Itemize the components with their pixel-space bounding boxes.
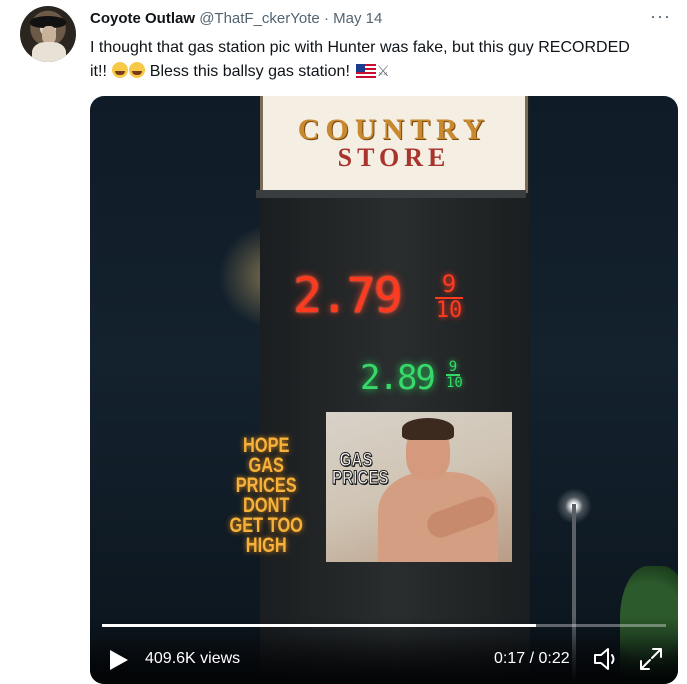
led-message: HOPE GAS PRICES DONT GET TOO HIGH xyxy=(229,434,303,557)
fraction-denominator-small: 10 xyxy=(446,375,463,391)
fraction-numerator-small: 9 xyxy=(448,359,458,375)
header-separator: · xyxy=(323,10,329,27)
video-player[interactable]: COUNTRY STORE 2.79 9 10 2.89 9 10 HOPE G… xyxy=(90,96,678,684)
laughing-crying-emoji-icon-2 xyxy=(129,62,146,78)
photo-person-hair xyxy=(402,418,454,440)
tweet-header: Coyote Outlaw @ThatF_ckerYote · May 14 xyxy=(90,10,382,27)
gas-price-regular-fraction: 9 10 xyxy=(435,272,463,322)
crossed-swords-emoji-icon: ⚔ xyxy=(376,63,390,80)
tweet-date[interactable]: May 14 xyxy=(333,10,382,27)
video-progress-bar[interactable] xyxy=(102,624,666,627)
gas-price-regular: 2.79 xyxy=(293,268,403,324)
author-avatar[interactable] xyxy=(20,6,76,62)
tweet-text-part2: Bless this ballsy gas station! xyxy=(149,63,350,80)
tweet-text: I thought that gas station pic with Hunt… xyxy=(90,36,650,84)
fraction-denominator: 10 xyxy=(435,298,463,323)
volume-icon[interactable] xyxy=(592,646,620,672)
more-icon[interactable]: ··· xyxy=(650,6,671,27)
author-handle[interactable]: @ThatF_ckerYote xyxy=(199,10,320,27)
gas-price-diesel-fraction: 9 10 xyxy=(446,359,463,391)
sign-line-2: STORE xyxy=(337,143,451,172)
play-icon[interactable] xyxy=(110,650,128,670)
expand-icon[interactable] xyxy=(638,646,664,672)
us-flag-emoji-icon xyxy=(356,64,377,78)
video-progress-fill xyxy=(102,624,537,627)
photo-caption: GAS PRICES xyxy=(332,450,389,489)
fraction-numerator: 9 xyxy=(441,270,457,298)
country-store-sign: COUNTRY STORE xyxy=(260,96,528,193)
sign-frame xyxy=(256,190,526,198)
laughing-crying-emoji-icon xyxy=(112,62,129,78)
led-photo-display: GAS PRICES xyxy=(326,412,512,562)
sign-line-1: COUNTRY xyxy=(297,113,491,146)
gas-price-diesel: 2.89 xyxy=(360,358,436,398)
avatar-body-shape xyxy=(32,42,66,62)
view-count: 409.6K views xyxy=(145,650,241,667)
video-time: 0:17 / 0:22 xyxy=(494,650,570,667)
author-name[interactable]: Coyote Outlaw xyxy=(90,10,195,27)
